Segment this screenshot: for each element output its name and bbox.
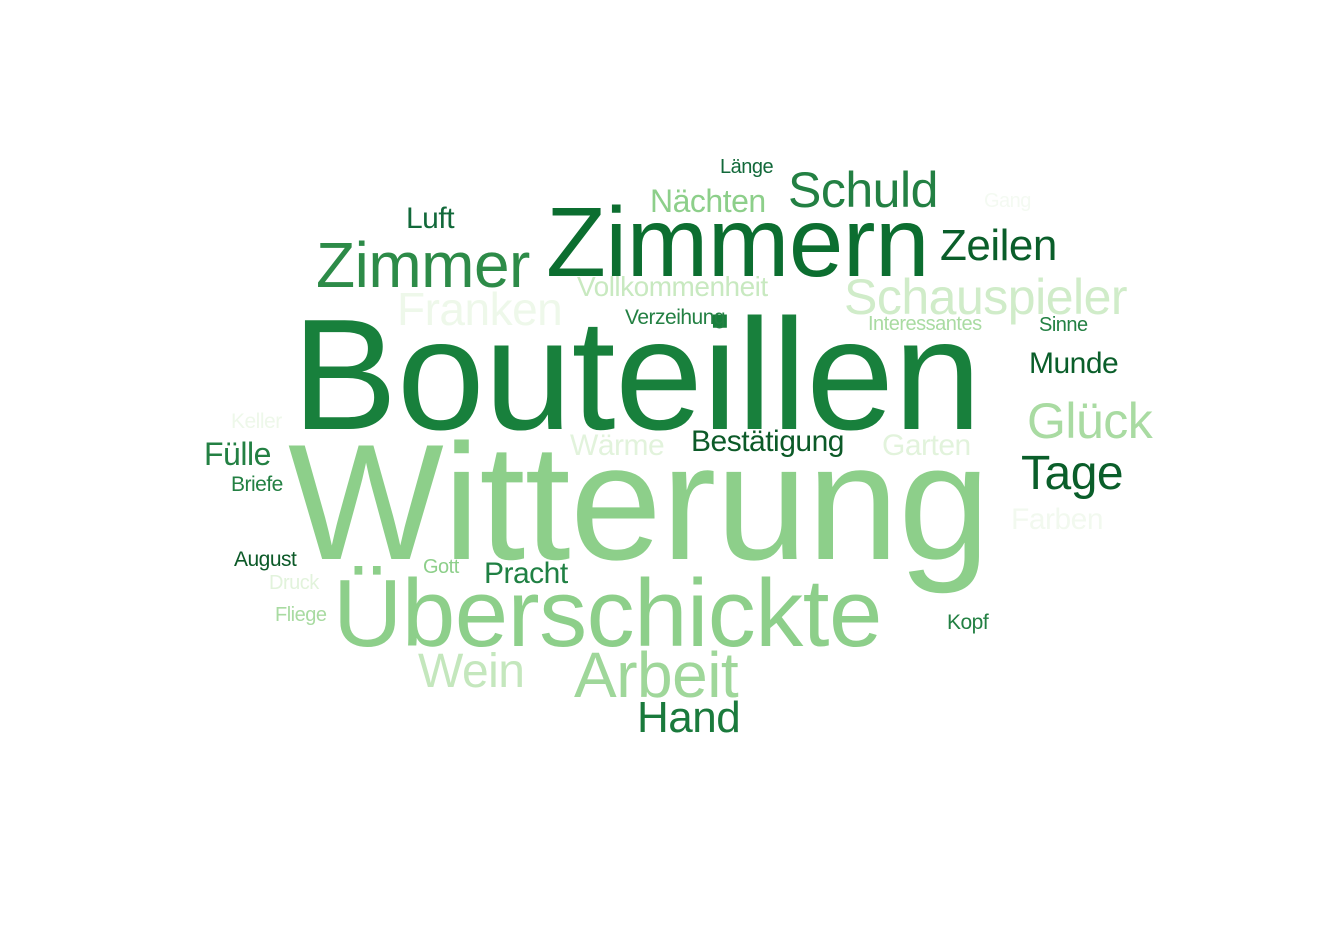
word-keller: Keller [231,410,282,433]
word-naechten: Nächten [650,183,766,219]
word-druck: Druck [269,572,319,594]
word-interessantes: Interessantes [868,313,982,335]
word-laenge: Länge [720,156,774,178]
word-fliege: Fliege [275,604,327,626]
word-verzeihung: Verzeihung [625,306,726,329]
word-schuld: Schuld [788,162,938,218]
word-tage: Tage [1021,447,1124,500]
word-garten: Garten [882,429,971,462]
word-vollkommenheit: Vollkommenheit [577,271,768,302]
word-kopf: Kopf [947,611,989,634]
word-cloud: Bouteillen Witterung Zimmern Überschickt… [0,0,1334,945]
word-hand: Hand [637,693,741,742]
word-gang: Gang [984,190,1031,212]
word-waerme: Wärme [570,429,665,462]
word-pracht: Pracht [484,557,568,590]
word-luft: Luft [406,202,455,235]
word-gott: Gott [423,556,459,578]
word-glueck: Glück [1027,393,1153,449]
word-fuelle: Fülle [204,436,271,472]
word-munde: Mundе [1029,347,1119,380]
word-zeilen: Zeilen [940,221,1057,270]
word-franken: Franken [397,283,563,335]
word-farben: Farben [1011,503,1104,536]
word-august: August [234,548,297,571]
word-briefe: Briefe [231,473,283,496]
word-sinne: Sinne [1039,314,1088,336]
word-bestaetigung: Bestätigung [691,425,844,458]
word-wein: Wein [418,645,525,698]
